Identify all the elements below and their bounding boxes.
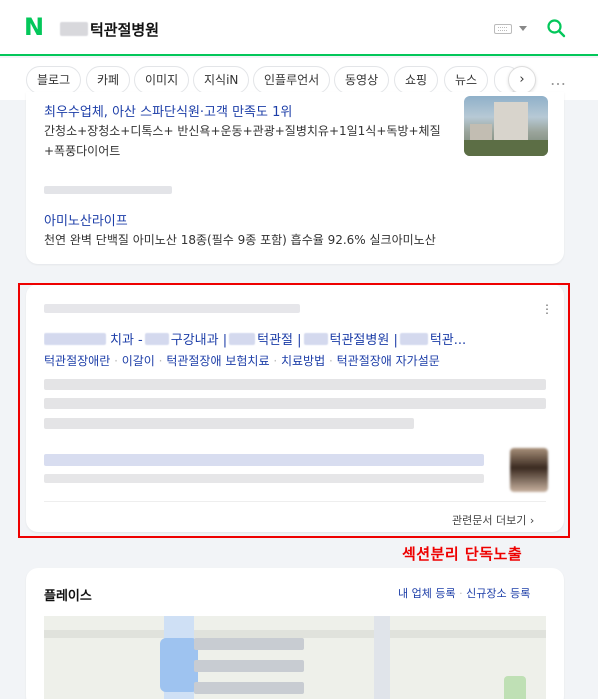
search-input[interactable]: 턱관절병원 [60, 18, 159, 40]
ad-results-card: 최우수업체, 아산 스파단식원·고객 만족도 1위 간청소+장청소+디톡스+ 반… [26, 92, 564, 264]
search-header: N 턱관절병원 [0, 0, 598, 56]
highlight-box [18, 283, 570, 538]
annotation-label: 섹션분리 단독노출 [402, 545, 523, 563]
tab-cafe[interactable]: 카페 [86, 66, 131, 94]
tab-news[interactable]: 뉴스 [444, 66, 489, 94]
register-new-place-link[interactable]: 신규장소 등록 [466, 587, 530, 600]
map-marker-area [160, 638, 198, 692]
blurred-map-label [194, 638, 304, 650]
place-map[interactable] [44, 616, 546, 699]
place-card: 플레이스 내 업체 등록 · 신규장소 등록 [26, 568, 564, 699]
blurred-map-label [194, 660, 304, 672]
map-park [504, 676, 526, 699]
tab-images[interactable]: 이미지 [134, 66, 190, 94]
ad-title-2[interactable]: 아미노산라이프 [44, 210, 128, 229]
tab-influencer[interactable]: 인플루언서 [253, 66, 331, 94]
place-title: 플레이스 [44, 589, 92, 604]
search-icon[interactable] [546, 18, 566, 38]
tab-kin[interactable]: 지식iN [193, 66, 250, 94]
blurred-ad-url [44, 186, 172, 194]
ad-title-1[interactable]: 최우수업체, 아산 스파단식원·고객 만족도 1위 [44, 101, 292, 120]
ad-thumbnail-image[interactable] [464, 96, 548, 156]
blurred-query-prefix [60, 22, 88, 36]
chevron-down-icon[interactable] [519, 26, 527, 31]
tab-blog[interactable]: 블로그 [26, 66, 82, 94]
map-road [374, 616, 390, 699]
place-links: 내 업체 등록 · 신규장소 등록 [398, 587, 531, 600]
tab-video[interactable]: 동영상 [334, 66, 390, 94]
tab-shopping[interactable]: 쇼핑 [394, 66, 439, 94]
map-road [44, 630, 546, 638]
chevron-right-icon[interactable]: › [508, 66, 536, 94]
blurred-map-label [194, 682, 304, 694]
ad-snippet-1: 간청소+장청소+디톡스+ 반신욕+운동+관광+질병치유+1일1식+독방+체질+폭… [44, 124, 441, 158]
ad-snippet-2: 천연 완벽 단백질 아미노산 18종(필수 9종 포함) 흡수율 92.6% 실… [44, 233, 436, 247]
register-business-link[interactable]: 내 업체 등록 [398, 587, 456, 600]
keyboard-icon[interactable] [494, 24, 512, 34]
naver-logo-icon[interactable]: N [24, 14, 48, 40]
more-horizontal-icon[interactable]: … [550, 70, 567, 89]
search-query-text: 턱관절병원 [90, 20, 160, 39]
